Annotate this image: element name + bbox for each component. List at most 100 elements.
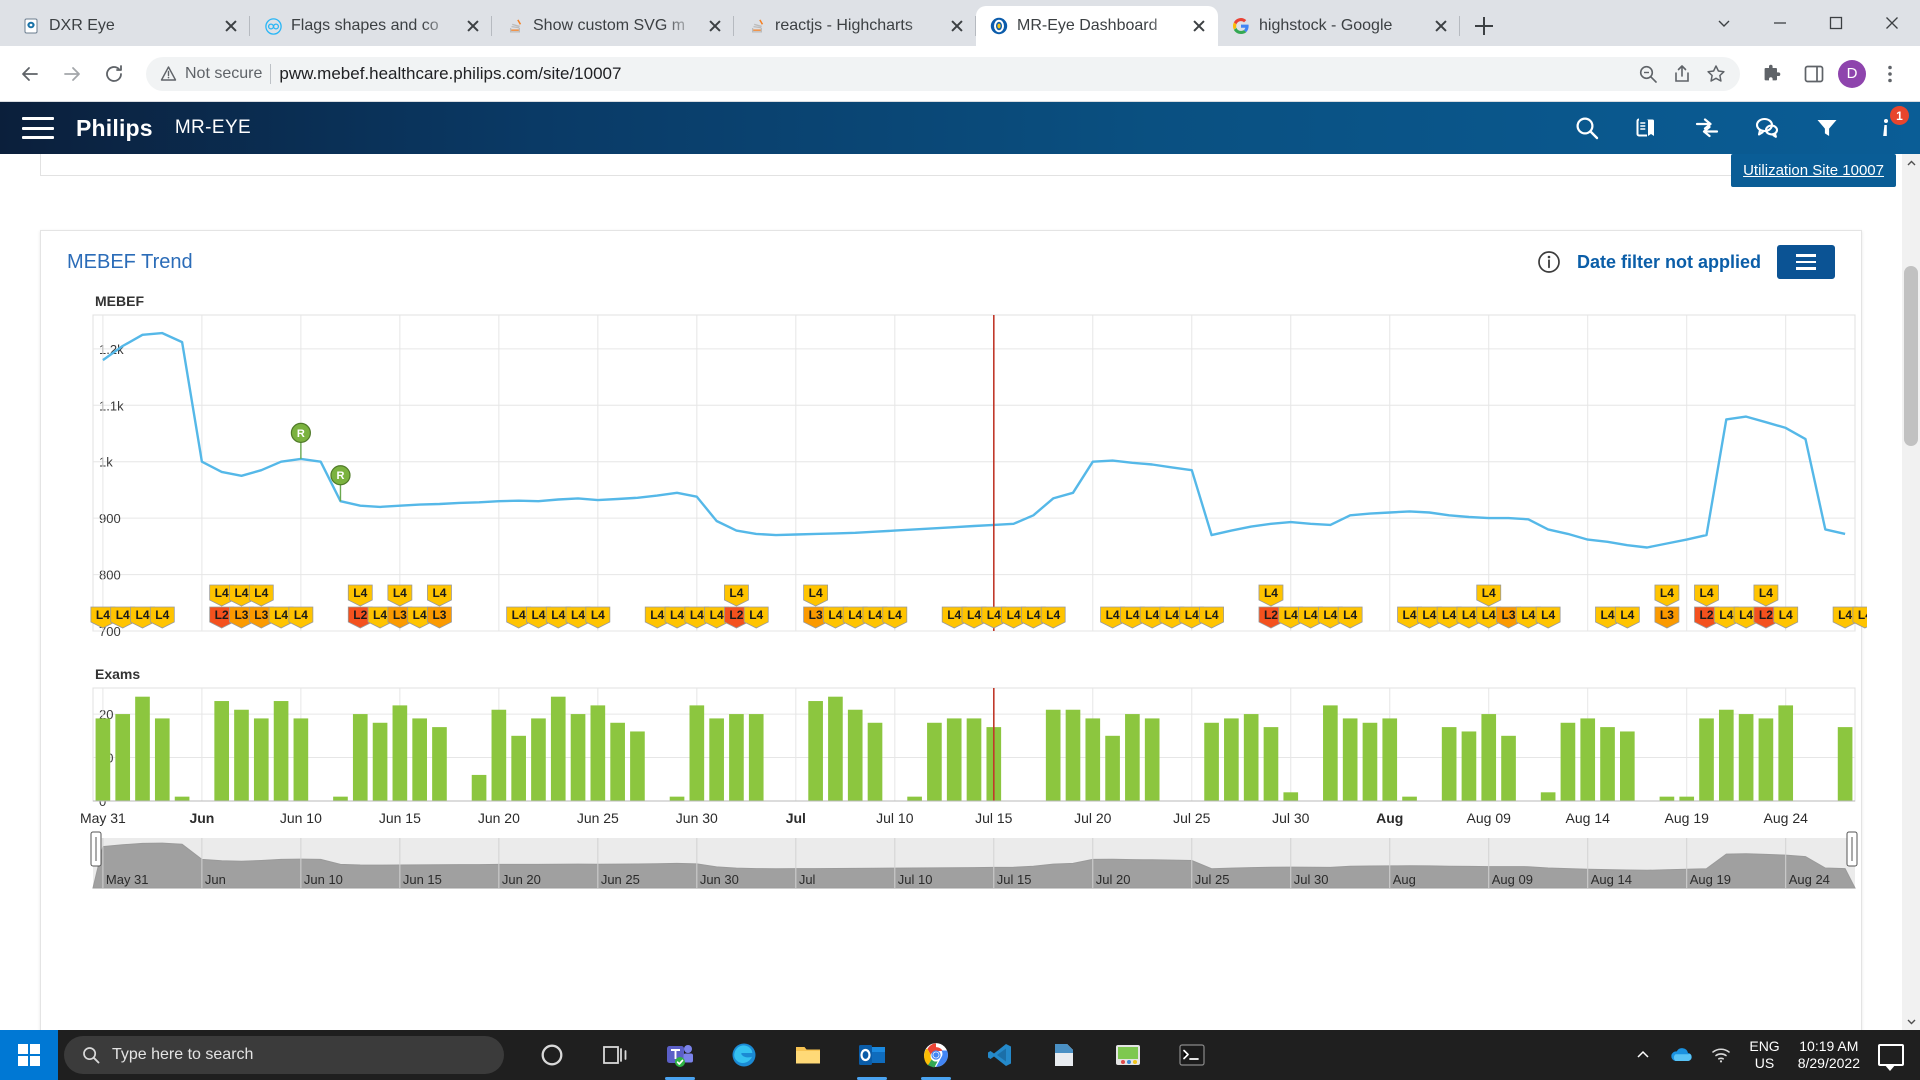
start-button[interactable] bbox=[0, 1030, 58, 1080]
scrollbar-thumb[interactable] bbox=[1904, 266, 1918, 446]
svg-text:L4: L4 bbox=[749, 608, 763, 622]
omnibox-actions bbox=[1638, 64, 1726, 84]
search-icon[interactable] bbox=[1574, 115, 1600, 141]
share-icon[interactable] bbox=[1672, 64, 1692, 84]
vscode-icon[interactable] bbox=[980, 1035, 1020, 1075]
close-icon[interactable] bbox=[222, 17, 240, 35]
chart-context-menu-button[interactable] bbox=[1777, 245, 1835, 279]
search-icon bbox=[83, 1047, 100, 1064]
tooltip-utilization-site[interactable]: Utilization Site 10007 bbox=[1731, 154, 1896, 187]
info-icon[interactable]: 1 bbox=[1874, 106, 1909, 141]
maximize-button[interactable] bbox=[1808, 0, 1864, 46]
svg-text:L4: L4 bbox=[254, 586, 268, 600]
info-circle-icon[interactable] bbox=[1537, 250, 1561, 274]
svg-text:L4: L4 bbox=[531, 608, 545, 622]
svg-text:L4: L4 bbox=[1759, 586, 1773, 600]
svg-text:L4: L4 bbox=[1007, 608, 1021, 622]
svg-text:L4: L4 bbox=[828, 608, 842, 622]
back-button[interactable] bbox=[12, 56, 48, 92]
security-label: Not secure bbox=[185, 64, 263, 82]
tray-expand-icon[interactable] bbox=[1635, 1047, 1651, 1063]
explorer-icon[interactable] bbox=[788, 1035, 828, 1075]
svg-text:L4: L4 bbox=[710, 608, 724, 622]
browser-tab[interactable]: reactjs - Highcharts bbox=[734, 6, 976, 46]
url-text: pww.mebef.healthcare.philips.com/site/10… bbox=[279, 63, 622, 83]
clock[interactable]: 10:19 AM 8/29/2022 bbox=[1798, 1038, 1860, 1073]
reload-button[interactable] bbox=[96, 56, 132, 92]
svg-text:May 31: May 31 bbox=[80, 810, 126, 826]
tab-title: reactjs - Highcharts bbox=[775, 17, 913, 34]
svg-text:Jun 20: Jun 20 bbox=[502, 872, 541, 887]
browser-tab[interactable]: highstock - Google bbox=[1218, 6, 1460, 46]
onedrive-icon[interactable] bbox=[1669, 1046, 1693, 1064]
page-scrollbar[interactable] bbox=[1902, 154, 1920, 1030]
notification-center-icon[interactable] bbox=[1878, 1044, 1904, 1071]
book-icon[interactable] bbox=[1634, 115, 1660, 141]
edge-icon[interactable] bbox=[724, 1035, 764, 1075]
product-name: MR-EYE bbox=[174, 117, 252, 138]
svg-text:L4: L4 bbox=[967, 608, 981, 622]
svg-text:L4: L4 bbox=[1541, 608, 1555, 622]
taskview-icon[interactable] bbox=[596, 1035, 636, 1075]
language-indicator[interactable]: ENG US bbox=[1749, 1038, 1779, 1073]
close-icon[interactable] bbox=[1432, 17, 1450, 35]
google-icon bbox=[1232, 17, 1250, 35]
new-tab-button[interactable] bbox=[1467, 9, 1501, 43]
address-bar[interactable]: Not secure pww.mebef.healthcare.philips.… bbox=[146, 56, 1740, 91]
svg-text:L4: L4 bbox=[1422, 608, 1436, 622]
svg-text:L4: L4 bbox=[274, 608, 288, 622]
filter-icon[interactable] bbox=[1814, 115, 1840, 141]
close-window-button[interactable] bbox=[1864, 0, 1920, 46]
security-status[interactable]: Not secure bbox=[160, 65, 262, 83]
chat-icon[interactable] bbox=[1754, 115, 1780, 141]
zoom-icon[interactable] bbox=[1638, 64, 1658, 84]
svg-text:L4: L4 bbox=[1165, 608, 1179, 622]
scroll-down-arrow[interactable] bbox=[1902, 1012, 1920, 1030]
browser-tab[interactable]: Flags shapes and co bbox=[250, 6, 492, 46]
svg-text:L4: L4 bbox=[294, 608, 308, 622]
chevron-down-icon[interactable] bbox=[1696, 0, 1752, 46]
profile-avatar[interactable]: D bbox=[1838, 59, 1866, 88]
language-code: ENG bbox=[1749, 1037, 1780, 1054]
extensions-icon[interactable] bbox=[1754, 56, 1790, 92]
close-icon[interactable] bbox=[464, 17, 482, 35]
chrome-icon[interactable] bbox=[916, 1035, 956, 1075]
svg-text:Jun: Jun bbox=[205, 872, 226, 887]
svg-text:Jun 10: Jun 10 bbox=[280, 810, 322, 826]
browser-tab[interactable]: DXR Eye bbox=[8, 6, 250, 46]
wifi-icon[interactable] bbox=[1711, 1046, 1731, 1064]
browser-tab[interactable]: Show custom SVG m bbox=[492, 6, 734, 46]
browser-toolbar: Not secure pww.mebef.healthcare.philips.… bbox=[0, 46, 1920, 102]
svg-text:L4: L4 bbox=[591, 608, 605, 622]
svg-text:L3: L3 bbox=[1502, 608, 1516, 622]
bookmark-star-icon[interactable] bbox=[1706, 64, 1726, 84]
highstock-chart[interactable]: MEBEF7008009001k1.1k1.2kRRL4 L4 L4 L4 L2L4L3… bbox=[55, 293, 1867, 903]
close-icon[interactable] bbox=[1190, 17, 1208, 35]
paint-icon[interactable] bbox=[1108, 1035, 1148, 1075]
scroll-up-arrow[interactable] bbox=[1902, 154, 1920, 172]
transfer-icon[interactable] bbox=[1694, 115, 1720, 141]
svg-text:Aug 19: Aug 19 bbox=[1665, 810, 1710, 826]
browser-tab-active[interactable]: MR-Eye Dashboard bbox=[976, 6, 1218, 46]
svg-text:L4: L4 bbox=[1304, 608, 1318, 622]
search-input[interactable]: Type here to search bbox=[64, 1036, 504, 1074]
svg-text:1k: 1k bbox=[99, 455, 113, 470]
cortana-icon[interactable] bbox=[532, 1035, 572, 1075]
forward-button[interactable] bbox=[54, 56, 90, 92]
sidepanel-icon[interactable] bbox=[1796, 56, 1832, 92]
svg-text:Aug 09: Aug 09 bbox=[1467, 810, 1512, 826]
svg-text:L2: L2 bbox=[1264, 608, 1278, 622]
close-icon[interactable] bbox=[948, 17, 966, 35]
menu-icon[interactable] bbox=[22, 117, 54, 139]
teams-icon[interactable] bbox=[660, 1035, 700, 1075]
svg-text:L4: L4 bbox=[1125, 608, 1139, 622]
close-icon[interactable] bbox=[706, 17, 724, 35]
minimize-button[interactable] bbox=[1752, 0, 1808, 46]
svg-text:L4: L4 bbox=[1026, 608, 1040, 622]
outlook-icon[interactable] bbox=[852, 1035, 892, 1075]
acrobat-icon[interactable] bbox=[1044, 1035, 1084, 1075]
svg-text:L2: L2 bbox=[1759, 608, 1773, 622]
dashboard-page: MEBEF Trend Date filter not applied MEBE… bbox=[0, 154, 1902, 1030]
terminal-icon[interactable] bbox=[1172, 1035, 1212, 1075]
chrome-menu-icon[interactable] bbox=[1872, 56, 1908, 92]
